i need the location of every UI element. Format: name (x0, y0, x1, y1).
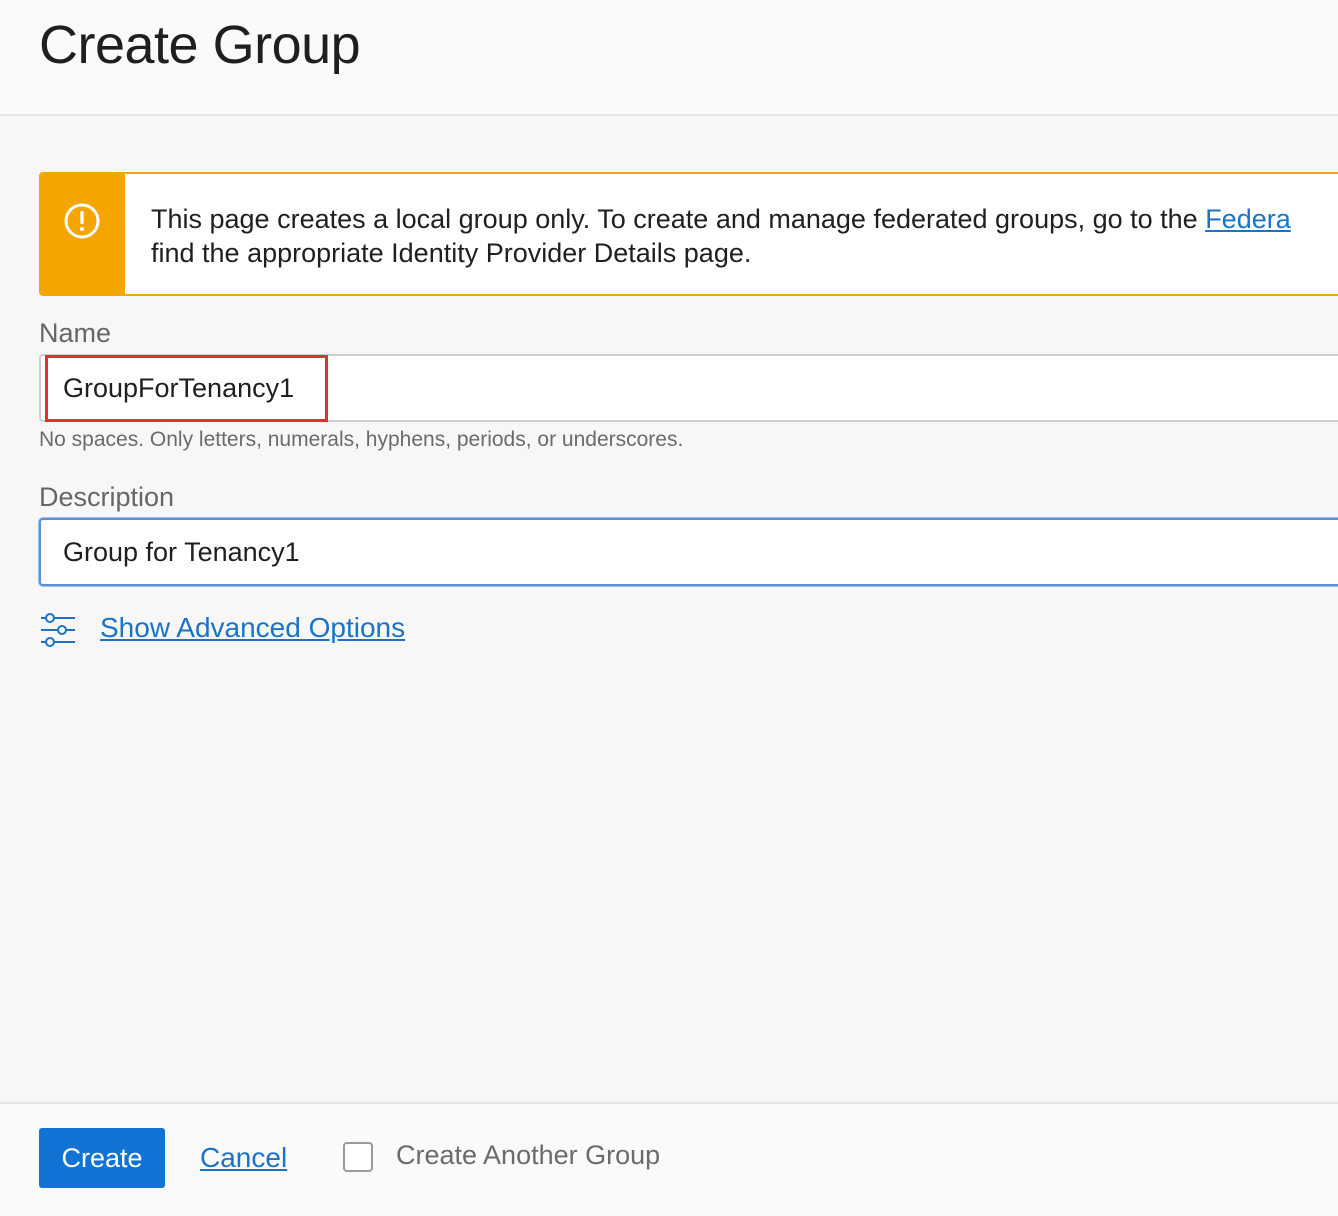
name-label: Name (39, 318, 112, 348)
cancel-link[interactable]: Cancel (200, 1142, 287, 1174)
create-group-page: Create Group This page creates a local g… (0, 0, 1338, 1216)
show-advanced-options-link[interactable]: Show Advanced Options (100, 612, 405, 644)
create-another-checkbox[interactable] (343, 1142, 373, 1172)
banner-message: This page creates a local group only. To… (151, 202, 1338, 270)
warning-banner: This page creates a local group only. To… (39, 172, 1338, 296)
name-input[interactable] (39, 354, 1338, 422)
banner-text-line2: find the appropriate Identity Provider D… (151, 238, 752, 268)
page-header: Create Group (0, 0, 1338, 116)
create-button[interactable]: Create (39, 1128, 165, 1188)
banner-accent (41, 174, 125, 294)
sliders-icon (41, 613, 75, 647)
banner-text-line1: This page creates a local group only. To… (151, 204, 1206, 234)
federation-link[interactable]: Federa (1205, 204, 1291, 234)
name-hint: No spaces. Only letters, numerals, hyphe… (39, 428, 684, 451)
form-footer: Create Cancel Create Another Group (0, 1102, 1338, 1216)
exclamation-circle-icon (64, 203, 100, 239)
page-title: Create Group (39, 15, 361, 75)
create-another-label[interactable]: Create Another Group (396, 1140, 660, 1171)
description-label: Description (39, 482, 175, 512)
description-input[interactable] (39, 518, 1338, 586)
